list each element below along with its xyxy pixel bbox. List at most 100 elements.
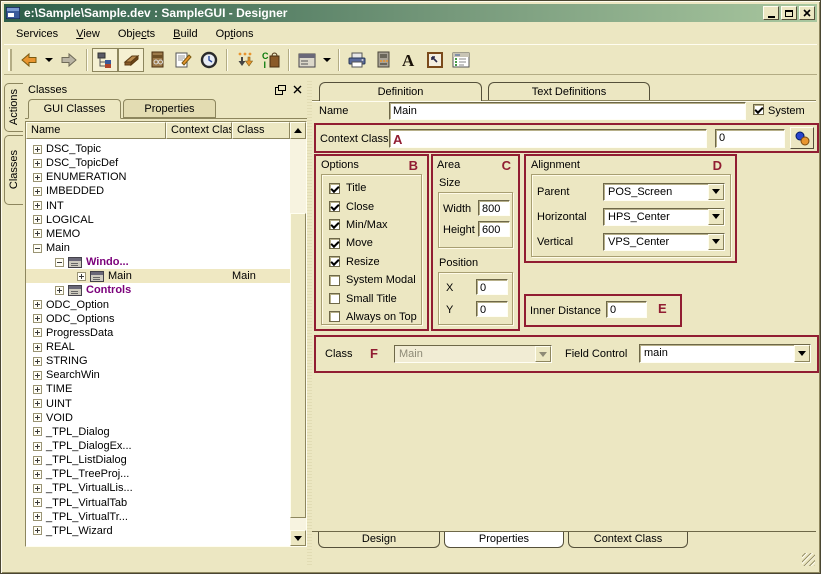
close-button[interactable] <box>799 6 815 20</box>
minimize-button[interactable] <box>763 6 779 20</box>
class-hierarchy-button[interactable] <box>92 48 118 72</box>
width-input[interactable]: 800 <box>478 200 510 216</box>
expand-icon[interactable] <box>33 357 42 366</box>
tree-item-imbedded[interactable]: IMBEDDED <box>26 184 290 198</box>
tree-item-tpl-dialogex[interactable]: _TPL_DialogEx... <box>26 439 290 453</box>
forward-button[interactable] <box>56 48 82 72</box>
height-input[interactable]: 600 <box>478 221 510 237</box>
dropdown-vertical[interactable]: VPS_Center <box>603 233 725 251</box>
expand-icon[interactable] <box>77 272 86 281</box>
tree-item-uint[interactable]: UINT <box>26 397 290 411</box>
checkbox-checked-icon[interactable] <box>329 183 340 194</box>
tree-item-tpl-virtualtab[interactable]: _TPL_VirtualTab <box>26 496 290 510</box>
import-button[interactable] <box>232 48 258 72</box>
tree-item-dsc-topic[interactable]: DSC_Topic <box>26 142 290 156</box>
tree-item-odc-option[interactable]: ODC_Option <box>26 298 290 312</box>
option-move[interactable]: Move <box>322 234 421 252</box>
tree-item-tpl-wizard[interactable]: _TPL_Wizard <box>26 524 290 538</box>
tree-item-memo[interactable]: MEMO <box>26 227 290 241</box>
eraser-button[interactable] <box>118 48 144 72</box>
expand-icon[interactable] <box>33 526 42 535</box>
tree-item-string[interactable]: STRING <box>26 354 290 368</box>
expand-icon[interactable] <box>33 314 42 323</box>
expand-icon[interactable] <box>33 343 42 352</box>
maximize-button[interactable] <box>781 6 797 20</box>
expand-icon[interactable] <box>33 201 42 210</box>
option-close[interactable]: Close <box>322 197 421 215</box>
tree-item-main[interactable]: Main <box>26 241 290 255</box>
tab-design[interactable]: Design <box>318 532 440 548</box>
expand-icon[interactable] <box>33 498 42 507</box>
panel-close-icon[interactable] <box>290 83 304 96</box>
expand-icon[interactable] <box>33 371 42 380</box>
tab-properties[interactable]: Properties <box>123 99 216 118</box>
tree-item-odc-options[interactable]: ODC_Options <box>26 312 290 326</box>
side-tab-actions[interactable]: Actions <box>4 83 23 132</box>
dropdown-arrow-icon[interactable] <box>708 234 724 250</box>
context-class-link-button[interactable] <box>790 127 814 149</box>
collapse-icon[interactable] <box>33 244 42 253</box>
dropdown-horizontal[interactable]: HPS_Center <box>603 208 725 226</box>
checkbox-unchecked-icon[interactable] <box>329 311 340 322</box>
inner-distance-input[interactable]: 0 <box>606 301 647 318</box>
tree-item-int[interactable]: INT <box>26 199 290 213</box>
tree-item-searchwin[interactable]: SearchWin <box>26 368 290 382</box>
tab-definition[interactable]: Definition <box>319 82 482 101</box>
resize-grip-icon[interactable] <box>802 553 815 566</box>
column-context-class[interactable]: Context Class <box>166 122 232 139</box>
dropdown-arrow-icon[interactable] <box>708 184 724 200</box>
menu-item-options[interactable]: Options <box>207 26 263 42</box>
menu-item-services[interactable]: Services <box>7 26 67 42</box>
expand-icon[interactable] <box>33 187 42 196</box>
dropdown-arrow-icon[interactable] <box>708 209 724 225</box>
print-button[interactable] <box>344 48 370 72</box>
expand-icon[interactable] <box>55 286 64 295</box>
name-input[interactable]: Main <box>389 102 746 120</box>
expand-icon[interactable] <box>33 229 42 238</box>
tree-item-progressdata[interactable]: ProgressData <box>26 326 290 340</box>
dock-icon[interactable] <box>273 83 287 96</box>
tree-item-tpl-dialog[interactable]: _TPL_Dialog <box>26 425 290 439</box>
expand-icon[interactable] <box>33 413 42 422</box>
font-button[interactable]: A <box>396 48 422 72</box>
tree-item-real[interactable]: REAL <box>26 340 290 354</box>
expand-icon[interactable] <box>33 300 42 309</box>
checkbox-unchecked-icon[interactable] <box>329 275 340 286</box>
context-class-index-input[interactable]: 0 <box>715 129 785 148</box>
context-class-input[interactable]: A <box>389 129 707 148</box>
tab-text-definitions[interactable]: Text Definitions <box>488 82 650 100</box>
option-always-on-top[interactable]: Always on Top <box>322 308 421 326</box>
x-input[interactable]: 0 <box>476 279 508 295</box>
tree-item-logical[interactable]: LOGICAL <box>26 213 290 227</box>
window-list-button[interactable] <box>448 48 474 72</box>
expand-icon[interactable] <box>33 442 42 451</box>
image-button[interactable] <box>422 48 448 72</box>
expand-icon[interactable] <box>33 159 42 168</box>
expand-icon[interactable] <box>33 145 42 154</box>
tab-gui-classes[interactable]: GUI Classes <box>28 99 121 119</box>
menu-item-view[interactable]: View <box>67 26 109 42</box>
scroll-down-button[interactable] <box>290 530 306 546</box>
back-button[interactable] <box>16 48 42 72</box>
class-browser-button[interactable] <box>144 48 170 72</box>
expand-icon[interactable] <box>33 456 42 465</box>
tree-item-tpl-virtualtr[interactable]: _TPL_VirtualTr... <box>26 510 290 524</box>
column-name[interactable]: Name <box>26 122 166 139</box>
tree-item-void[interactable]: VOID <box>26 411 290 425</box>
expand-icon[interactable] <box>33 328 42 337</box>
panel-splitter[interactable] <box>307 81 312 567</box>
tree-item-tpl-virtuallis[interactable]: _TPL_VirtualLis... <box>26 481 290 495</box>
expand-icon[interactable] <box>33 399 42 408</box>
tree-item-windo[interactable]: Windo... <box>26 255 290 269</box>
checkbox-checked-icon[interactable] <box>329 238 340 249</box>
tree-item-enumeration[interactable]: ENUMERATION <box>26 170 290 184</box>
checkbox-checked-icon[interactable] <box>329 219 340 230</box>
tree-item-controls[interactable]: Controls <box>26 283 290 297</box>
expand-icon[interactable] <box>33 215 42 224</box>
option-title[interactable]: Title <box>322 179 421 197</box>
tree-item-time[interactable]: TIME <box>26 382 290 396</box>
expand-icon[interactable] <box>33 173 42 182</box>
vertical-scrollbar[interactable] <box>290 139 306 546</box>
system-checkbox[interactable] <box>753 104 764 115</box>
new-window-button[interactable] <box>294 48 320 72</box>
